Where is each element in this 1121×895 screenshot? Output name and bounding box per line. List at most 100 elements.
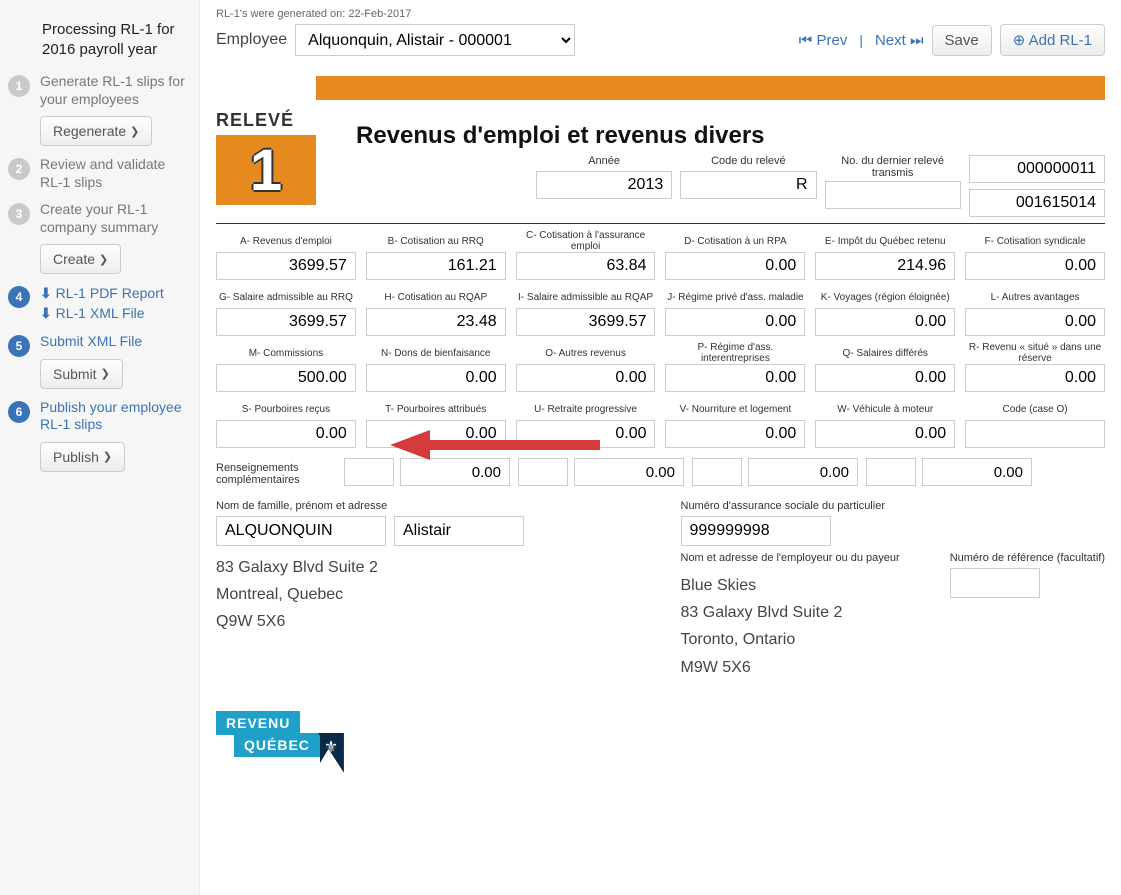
prev-link[interactable]: ⏮ Prev	[799, 32, 848, 49]
step-title-3: Create your RL-1 company summary	[40, 201, 191, 236]
submit-button[interactable]: Submit ❯	[40, 359, 123, 389]
rens-label: Renseignements complémentaires	[216, 462, 336, 486]
box-cell: A- Revenus d'emploi	[216, 230, 356, 280]
box-input[interactable]	[965, 420, 1105, 448]
box-cell: R- Revenu « situé » dans une réserve	[965, 342, 1105, 392]
seq2-input[interactable]	[969, 189, 1105, 217]
name-label: Nom de famille, prénom et adresse	[216, 500, 641, 512]
box-label: V- Nourriture et logement	[680, 398, 792, 420]
publish-button[interactable]: Publish ❯	[40, 442, 125, 472]
chevron-right-icon: ❯	[103, 450, 112, 463]
lastname-input[interactable]	[216, 516, 386, 546]
box-label: M- Commissions	[249, 342, 323, 364]
submit-label: Submit	[53, 366, 97, 382]
rens-val-3[interactable]	[748, 458, 858, 486]
rens-val-1[interactable]	[400, 458, 510, 486]
box-cell: W- Véhicule à moteur	[815, 398, 955, 448]
box-input[interactable]	[216, 420, 356, 448]
publish-label: Publish	[53, 449, 99, 465]
divider	[216, 223, 1105, 224]
box-input[interactable]	[216, 364, 356, 392]
firstname-input[interactable]	[394, 516, 524, 546]
box-input[interactable]	[815, 420, 955, 448]
rens-code-3[interactable]	[692, 458, 742, 486]
box-input[interactable]	[216, 308, 356, 336]
box-grid: A- Revenus d'emploiB- Cotisation au RRQ C…	[216, 230, 1105, 448]
save-button[interactable]: Save	[932, 25, 992, 56]
box-input[interactable]	[216, 252, 356, 280]
rq-line2: QUÉBEC	[234, 733, 320, 757]
annee-input[interactable]	[536, 171, 672, 199]
ref-input[interactable]	[950, 568, 1040, 598]
dernier-label: No. du dernier relevé transmis	[825, 155, 961, 179]
seq1-input[interactable]	[969, 155, 1105, 183]
step-title-1: Generate RL-1 slips for your employees	[40, 73, 191, 108]
step-title-6: Publish your employee RL-1 slips	[40, 399, 191, 434]
box-label: Code (case O)	[1003, 398, 1068, 420]
box-input[interactable]	[965, 308, 1105, 336]
plus-icon: ⊕	[1013, 32, 1026, 49]
addr-line-2: Montreal, Quebec	[216, 581, 641, 608]
box-input[interactable]	[965, 364, 1105, 392]
rens-val-4[interactable]	[922, 458, 1032, 486]
box-input[interactable]	[665, 252, 805, 280]
box-cell: O- Autres revenus	[516, 342, 656, 392]
box-label: C- Cotisation à l'assurance emploi	[516, 230, 656, 252]
box-input[interactable]	[665, 364, 805, 392]
chevron-right-icon: ❯	[99, 253, 108, 266]
rl1-xml-link[interactable]: ⬇ RL-1 XML File	[40, 304, 191, 324]
box-input[interactable]	[665, 420, 805, 448]
box-cell: K- Voyages (région éloignée)	[815, 286, 955, 336]
box-input[interactable]	[516, 308, 656, 336]
box-label: W- Véhicule à moteur	[837, 398, 933, 420]
orange-bar	[316, 76, 1105, 100]
employee-label: Employee	[216, 31, 287, 49]
box-input[interactable]	[366, 252, 506, 280]
box-input[interactable]	[366, 420, 506, 448]
employer-line-1: Blue Skies	[681, 572, 930, 599]
regenerate-label: Regenerate	[53, 123, 126, 139]
box-cell: S- Pourboires reçus	[216, 398, 356, 448]
box-cell: B- Cotisation au RRQ	[366, 230, 506, 280]
box-input[interactable]	[815, 252, 955, 280]
box-input[interactable]	[516, 252, 656, 280]
employer-label: Nom et adresse de l'employeur ou du paye…	[681, 552, 930, 564]
step-badge-6: 6	[8, 401, 30, 423]
box-input[interactable]	[965, 252, 1105, 280]
annee-label: Année	[588, 155, 620, 169]
rens-code-4[interactable]	[866, 458, 916, 486]
box-input[interactable]	[516, 420, 656, 448]
box-label: N- Dons de bienfaisance	[381, 342, 491, 364]
code-input[interactable]	[680, 171, 816, 199]
step-title-2: Review and validate RL-1 slips	[40, 156, 191, 191]
regenerate-button[interactable]: Regenerate ❯	[40, 116, 152, 146]
add-rl1-button[interactable]: ⊕ Add RL-1	[1000, 24, 1105, 56]
box-label: Q- Salaires différés	[843, 342, 928, 364]
rl1-pdf-label: RL-1 PDF Report	[56, 285, 164, 301]
box-input[interactable]	[516, 364, 656, 392]
rens-code-2[interactable]	[518, 458, 568, 486]
dernier-input[interactable]	[825, 181, 961, 209]
box-input[interactable]	[366, 364, 506, 392]
next-link[interactable]: Next ⏭	[875, 32, 924, 49]
box-input[interactable]	[815, 364, 955, 392]
addr-line-3: Q9W 5X6	[216, 608, 641, 635]
box-cell: F- Cotisation syndicale	[965, 230, 1105, 280]
sidebar-header: Processing RL-1 for 2016 payroll year	[42, 20, 191, 59]
step-badge-4: 4	[8, 286, 30, 308]
box-label: O- Autres revenus	[545, 342, 626, 364]
box-input[interactable]	[815, 308, 955, 336]
box-input[interactable]	[665, 308, 805, 336]
add-rl1-label: Add RL-1	[1029, 32, 1092, 49]
box-input[interactable]	[366, 308, 506, 336]
create-button[interactable]: Create ❯	[40, 244, 121, 274]
box-label: K- Voyages (région éloignée)	[821, 286, 950, 308]
rens-code-1[interactable]	[344, 458, 394, 486]
next-icon: ⏭	[910, 32, 924, 49]
rl1-pdf-link[interactable]: ⬇ RL-1 PDF Report	[40, 284, 191, 304]
rens-val-2[interactable]	[574, 458, 684, 486]
sin-input[interactable]	[681, 516, 831, 546]
ref-label: Numéro de référence (facultatif)	[950, 552, 1105, 564]
create-label: Create	[53, 251, 95, 267]
employee-select[interactable]: Alquonquin, Alistair - 000001	[295, 24, 575, 56]
